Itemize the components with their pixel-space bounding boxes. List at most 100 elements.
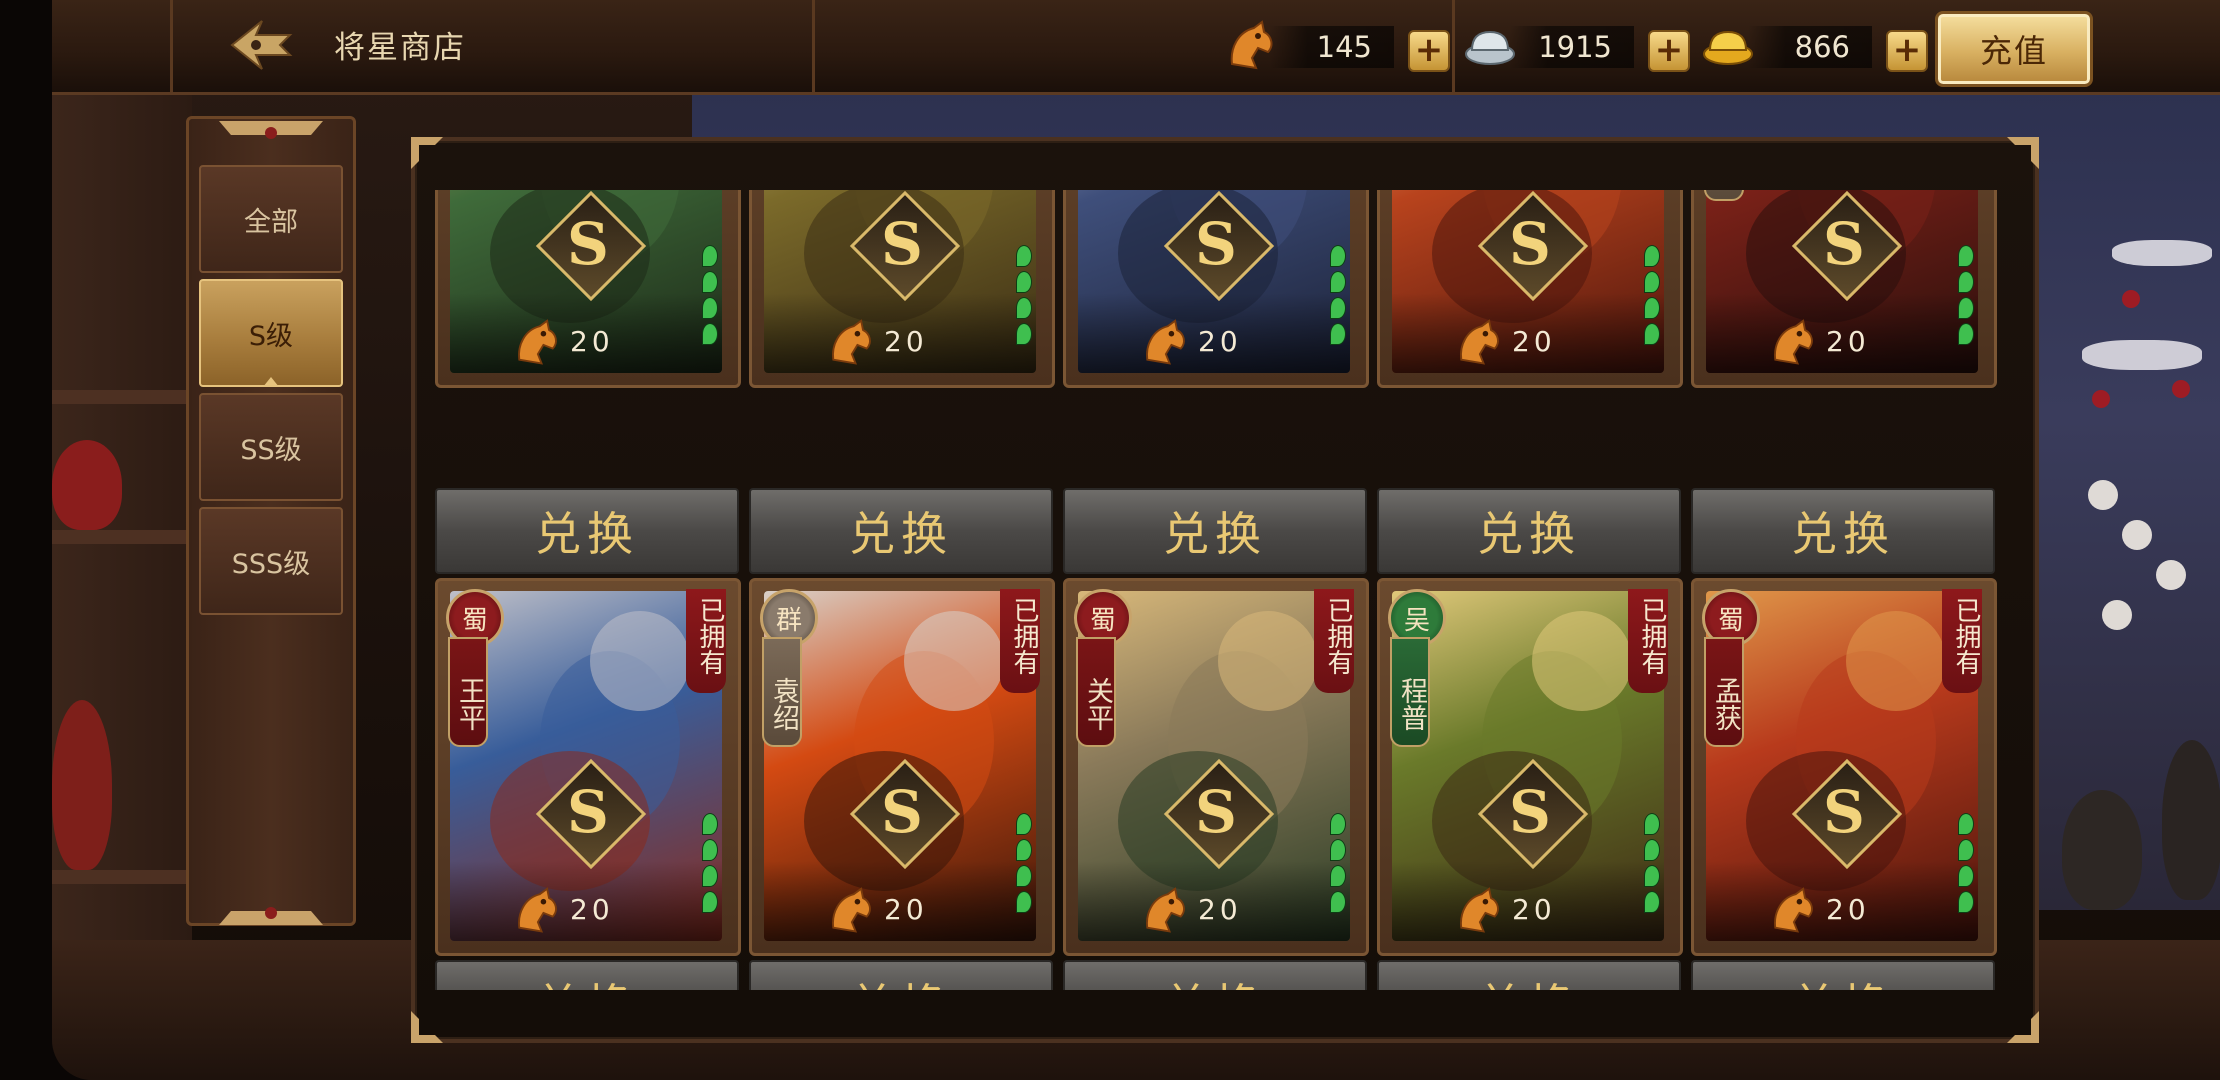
hero-card[interactable]: 陈到有S20 bbox=[749, 190, 1055, 388]
panel-ornament-icon bbox=[219, 907, 323, 925]
exchange-button[interactable]: 兑换 bbox=[1691, 488, 1995, 574]
pip-icon bbox=[1016, 813, 1032, 835]
pip-icon bbox=[1644, 839, 1660, 861]
grade-letter: S bbox=[1509, 210, 1551, 278]
exchange-button[interactable]: 兑换 bbox=[435, 488, 739, 574]
currency-silver: 1915 + bbox=[1462, 18, 1692, 74]
hero-name: 袁绍 bbox=[762, 637, 802, 747]
hero-card[interactable]: 刘繇有S20 bbox=[1063, 190, 1369, 388]
category-tab-sss[interactable]: SSS级 bbox=[199, 507, 343, 615]
grade-letter: S bbox=[881, 210, 923, 278]
category-tab-label: 全部 bbox=[244, 206, 298, 238]
hero-card[interactable]: 蜀关平 已拥有 S 20 bbox=[1063, 578, 1369, 956]
pip-icon bbox=[702, 891, 718, 913]
pip-icon bbox=[1958, 865, 1974, 887]
hero-card[interactable]: 吴程普 已拥有 S 20 bbox=[1377, 578, 1683, 956]
cost-value: 20 bbox=[1826, 325, 1870, 358]
hero-card[interactable]: 蜀孟获 已拥有 S 20 bbox=[1691, 578, 1997, 956]
pip-icon bbox=[1958, 323, 1974, 345]
add-gold-button[interactable]: + bbox=[1886, 30, 1928, 72]
owned-tag: 已拥有 bbox=[1000, 589, 1040, 693]
grade-letter: S bbox=[567, 778, 609, 846]
exchange-button[interactable]: 兑换 bbox=[1691, 960, 1995, 990]
background-vase bbox=[2162, 740, 2220, 900]
pip-icon bbox=[1330, 271, 1346, 293]
grade-letter: S bbox=[1509, 778, 1551, 846]
star-pips bbox=[702, 813, 720, 917]
horse-token-icon bbox=[518, 887, 557, 933]
pip-icon bbox=[702, 865, 718, 887]
exchange-button[interactable]: 兑换 bbox=[1063, 960, 1367, 990]
cost-value: 20 bbox=[884, 893, 928, 926]
recharge-button[interactable]: 充值 bbox=[1935, 11, 2093, 87]
currency-horse-token: 145 + bbox=[1222, 18, 1452, 74]
horse-token-icon bbox=[1460, 887, 1499, 933]
pip-icon bbox=[1330, 891, 1346, 913]
category-tab-ss[interactable]: SS级 bbox=[199, 393, 343, 501]
pip-icon bbox=[1330, 813, 1346, 835]
pip-icon bbox=[1958, 297, 1974, 319]
pip-icon bbox=[1016, 323, 1032, 345]
pip-icon bbox=[1016, 297, 1032, 319]
pip-icon bbox=[1016, 271, 1032, 293]
star-pips bbox=[1644, 813, 1662, 917]
hero-card[interactable]: 马云騄有S20 bbox=[1377, 190, 1683, 388]
exchange-button[interactable]: 兑换 bbox=[1377, 488, 1681, 574]
exchange-button[interactable]: 兑换 bbox=[435, 960, 739, 990]
exchange-button[interactable]: 兑换 bbox=[1063, 488, 1367, 574]
corner-ornament-icon bbox=[411, 137, 443, 169]
currency-gold: 866 + bbox=[1700, 18, 1930, 74]
background-vase bbox=[52, 440, 122, 530]
pip-icon bbox=[1958, 245, 1974, 267]
category-tab-s[interactable]: S级 bbox=[199, 279, 343, 387]
pip-icon bbox=[1016, 891, 1032, 913]
pip-icon bbox=[1016, 245, 1032, 267]
grade-letter: S bbox=[881, 778, 923, 846]
star-pips bbox=[702, 245, 720, 349]
star-pips bbox=[1330, 245, 1348, 349]
category-tab-label: SSS级 bbox=[231, 548, 311, 580]
exchange-button[interactable]: 兑换 bbox=[1377, 960, 1681, 990]
page-title: 将星商店 bbox=[334, 30, 466, 66]
hero-card[interactable]: 群袁绍 已拥有 S 20 bbox=[749, 578, 1055, 956]
pip-icon bbox=[1958, 839, 1974, 861]
pip-icon bbox=[1330, 839, 1346, 861]
pip-icon bbox=[1644, 813, 1660, 835]
star-pips bbox=[1644, 245, 1662, 349]
hero-name: 颜良文丑 bbox=[1704, 190, 1744, 201]
category-tab-all[interactable]: 全部 bbox=[199, 165, 343, 273]
cost-value: 20 bbox=[884, 325, 928, 358]
cost-value: 20 bbox=[1512, 893, 1556, 926]
hero-name: 程普 bbox=[1390, 637, 1430, 747]
owned-tag: 已拥有 bbox=[1942, 589, 1982, 693]
star-pips bbox=[1958, 245, 1976, 349]
add-horse-token-button[interactable]: + bbox=[1408, 30, 1450, 72]
pip-icon bbox=[1330, 245, 1346, 267]
owned-tag: 已拥有 bbox=[1628, 589, 1668, 693]
exchange-button[interactable]: 兑换 bbox=[749, 488, 1053, 574]
exchange-button[interactable]: 兑换 bbox=[749, 960, 1053, 990]
horse-token-icon bbox=[1146, 887, 1185, 933]
selected-indicator bbox=[263, 377, 279, 387]
add-silver-button[interactable]: + bbox=[1648, 30, 1690, 72]
star-pips bbox=[1958, 813, 1976, 917]
pip-icon bbox=[702, 839, 718, 861]
pip-icon bbox=[1644, 865, 1660, 887]
hero-card[interactable]: 颜良文丑有S20 bbox=[1691, 190, 1997, 388]
hero-card[interactable]: 孙登有S20 bbox=[435, 190, 741, 388]
pip-icon bbox=[1958, 813, 1974, 835]
horse-token-icon bbox=[832, 887, 871, 933]
pip-icon bbox=[702, 297, 718, 319]
cost-value: 20 bbox=[1198, 893, 1242, 926]
hero-card-grid: 孙登有S20兑换陈到有S20兑换刘繇有S20兑换马云騄有S20兑换颜良文丑有S2… bbox=[430, 190, 2010, 990]
horse-token-icon bbox=[1460, 319, 1499, 365]
pip-icon bbox=[1330, 297, 1346, 319]
grade-letter: S bbox=[1195, 210, 1237, 278]
hero-card[interactable]: 蜀王平 已拥有 S 20 bbox=[435, 578, 741, 956]
pip-icon bbox=[1644, 297, 1660, 319]
back-button[interactable] bbox=[222, 14, 300, 76]
grade-letter: S bbox=[1823, 210, 1865, 278]
star-pips bbox=[1330, 813, 1348, 917]
pip-icon bbox=[1016, 839, 1032, 861]
cost-value: 20 bbox=[570, 893, 614, 926]
